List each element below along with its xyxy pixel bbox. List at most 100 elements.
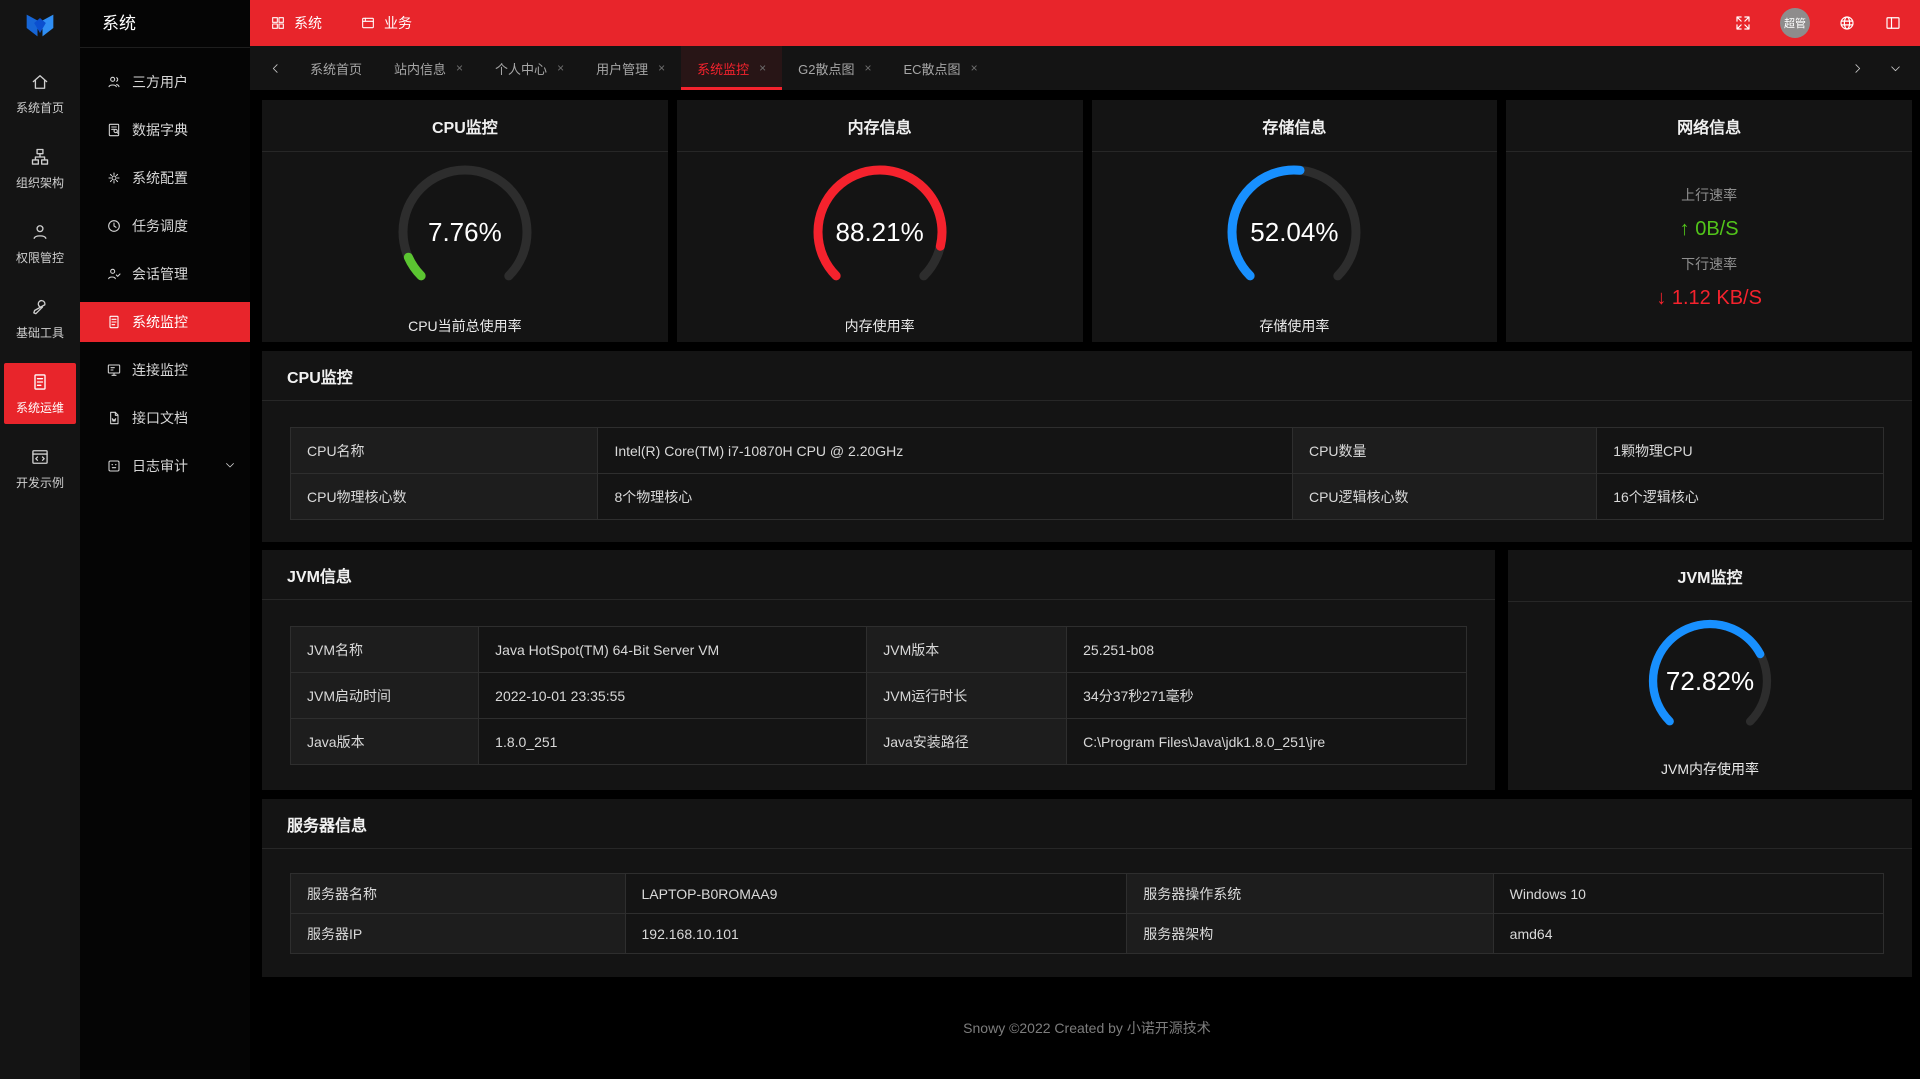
- tabs-scroll-right[interactable]: [1838, 46, 1876, 90]
- uplink-speed: 0B/S: [1695, 217, 1739, 240]
- menu-item-dictionary[interactable]: 数据字典: [80, 110, 250, 150]
- menu-item-label: 系统配置: [132, 170, 188, 186]
- sidebar-item-label: 开发示例: [15, 476, 64, 490]
- gauge-caption: 存储使用率: [1259, 318, 1330, 334]
- menu-item-third-user[interactable]: 三方用户: [80, 62, 250, 102]
- jvm-gauge: 72.82%: [1642, 613, 1778, 749]
- tab-label: EC散点图: [903, 61, 961, 77]
- close-icon[interactable]: ×: [864, 61, 871, 75]
- cell-value: 16个逻辑核心: [1596, 473, 1884, 520]
- cell-value: amd64: [1492, 913, 1885, 954]
- avatar[interactable]: 超管: [1780, 8, 1810, 38]
- layout-settings-icon[interactable]: [1884, 14, 1902, 32]
- user-icon: [33, 225, 47, 239]
- gauge-value: 52.04%: [1250, 216, 1339, 247]
- jvm-info-table: JVM名称 Java HotSpot(TM) 64-Bit Server VM …: [289, 626, 1467, 765]
- page-content: CPU监控 7.76% CPU当前总使用率 内存信息 88.21% 内存使用率 …: [250, 90, 1920, 1079]
- close-icon[interactable]: ×: [971, 61, 978, 75]
- cell-label: 服务器操作系统: [1126, 873, 1494, 914]
- card-title: 内存信息: [676, 100, 1083, 152]
- uplink-value: ↑ 0B/S: [1680, 218, 1739, 241]
- close-icon[interactable]: ×: [658, 61, 665, 75]
- topbar-tab-business[interactable]: 业务: [360, 13, 412, 33]
- card-title: CPU监控: [262, 100, 668, 152]
- cpu-gauge-card: CPU监控 7.76% CPU当前总使用率: [262, 100, 668, 342]
- table-row: JVM名称 Java HotSpot(TM) 64-Bit Server VM …: [289, 626, 1467, 673]
- chevron-left-icon: [272, 63, 278, 73]
- tab-home[interactable]: 系统首页: [294, 46, 378, 90]
- close-icon[interactable]: ×: [557, 61, 564, 75]
- menu-item-audit-log[interactable]: 日志审计: [80, 446, 250, 486]
- cell-label: 服务器IP: [290, 913, 626, 954]
- menu-item-monitor[interactable]: 系统监控: [80, 302, 250, 342]
- icon-rail: 系统首页 组织架构 权限管控 基础工具 系统运维 开发示例: [0, 0, 80, 1079]
- menu-item-label: 日志审计: [132, 458, 188, 474]
- menu-item-connection[interactable]: 连接监控: [80, 350, 250, 390]
- sidebar-item-label: 组织架构: [15, 176, 64, 190]
- panel-title: CPU监控: [262, 351, 1912, 401]
- tab-ec-scatter[interactable]: EC散点图 ×: [888, 46, 994, 90]
- sidebar-item-label: 基础工具: [15, 326, 64, 340]
- sidebar-item-demo[interactable]: 开发示例: [4, 438, 76, 499]
- sidebar-item-home[interactable]: 系统首页: [4, 63, 76, 124]
- server-info-table: 服务器名称 LAPTOP-B0ROMAA9 服务器操作系统 Windows 10…: [290, 873, 1885, 954]
- language-globe-icon[interactable]: [1838, 14, 1856, 32]
- app-root: 系统首页 组织架构 权限管控 基础工具 系统运维 开发示例 系统 三方用户 数据…: [0, 0, 1920, 1079]
- menu-item-label: 会话管理: [132, 266, 188, 282]
- tab-label: 站内信息: [394, 61, 447, 77]
- menu-item-session[interactable]: 会话管理: [80, 254, 250, 294]
- sidebar-item-ops[interactable]: 系统运维: [4, 363, 76, 424]
- sidebar-item-org[interactable]: 组织架构: [4, 138, 76, 199]
- downlink-label: 下行速率: [1681, 255, 1738, 272]
- gear-icon: [108, 172, 120, 184]
- cell-label: 服务器名称: [290, 873, 626, 914]
- cpu-gauge: 7.76%: [391, 158, 539, 306]
- cell-value: Intel(R) Core(TM) i7-10870H CPU @ 2.20GH…: [597, 427, 1293, 474]
- menu-item-label: 接口文档: [132, 410, 188, 426]
- menu-item-config[interactable]: 系统配置: [80, 158, 250, 198]
- sidebar-item-permission[interactable]: 权限管控: [4, 213, 76, 274]
- tabs-scroll-left[interactable]: [256, 46, 294, 90]
- menu-item-label: 任务调度: [132, 218, 188, 234]
- tab-g2-scatter[interactable]: G2散点图 ×: [782, 46, 887, 90]
- sidebar-item-label: 系统运维: [15, 401, 64, 415]
- log-icon: [108, 460, 120, 472]
- tab-label: 用户管理: [596, 61, 649, 77]
- cell-label: CPU逻辑核心数: [1291, 473, 1598, 520]
- cell-label: CPU物理核心数: [289, 473, 599, 520]
- session-user-icon: [108, 268, 121, 280]
- doc-list-icon: [34, 374, 46, 390]
- window-icon: [362, 17, 374, 29]
- cell-value: LAPTOP-B0ROMAA9: [624, 873, 1128, 914]
- secondary-menu: 系统 三方用户 数据字典 系统配置 任务调度 会话管理 系统监控 连接监控 接口…: [80, 0, 250, 1079]
- uplink-label: 上行速率: [1681, 186, 1738, 203]
- downlink-value: ↓ 1.12 KB/S: [1656, 287, 1762, 310]
- jvm-info-panel: JVM信息 JVM名称 Java HotSpot(TM) 64-Bit Serv…: [262, 550, 1495, 790]
- cell-label: CPU数量: [1291, 427, 1598, 474]
- tab-label: 系统监控: [697, 61, 750, 77]
- close-icon[interactable]: ×: [759, 61, 766, 75]
- cell-value: 34分37秒271毫秒: [1066, 672, 1467, 719]
- home-icon: [32, 75, 48, 89]
- storage-gauge: 52.04%: [1220, 158, 1368, 306]
- fullscreen-icon[interactable]: [1734, 14, 1752, 32]
- tab-user-mgmt[interactable]: 用户管理 ×: [580, 46, 681, 90]
- close-icon[interactable]: ×: [456, 61, 463, 75]
- tabs-menu-dropdown[interactable]: [1876, 46, 1914, 90]
- users-icon: [108, 76, 120, 88]
- topbar-tab-system[interactable]: 系统: [270, 13, 322, 33]
- cell-value: 2022-10-01 23:35:55: [478, 672, 868, 719]
- menu-item-label: 系统监控: [132, 314, 188, 330]
- tab-sys-monitor[interactable]: 系统监控 ×: [681, 46, 783, 90]
- cell-value: 1.8.0_251: [478, 718, 868, 765]
- cpu-info-table: CPU名称 Intel(R) Core(TM) i7-10870H CPU @ …: [289, 427, 1884, 520]
- tab-profile[interactable]: 个人中心 ×: [479, 46, 580, 90]
- menu-item-scheduler[interactable]: 任务调度: [80, 206, 250, 246]
- table-row: CPU名称 Intel(R) Core(TM) i7-10870H CPU @ …: [289, 427, 1884, 474]
- sidebar-item-tools[interactable]: 基础工具: [4, 288, 76, 349]
- tab-messages[interactable]: 站内信息 ×: [378, 46, 479, 90]
- memory-gauge-card: 内存信息 88.21% 内存使用率: [676, 100, 1083, 342]
- menu-item-api-doc[interactable]: 接口文档: [80, 398, 250, 438]
- panel-title: JVM信息: [262, 550, 1495, 600]
- app-logo[interactable]: [0, 0, 80, 56]
